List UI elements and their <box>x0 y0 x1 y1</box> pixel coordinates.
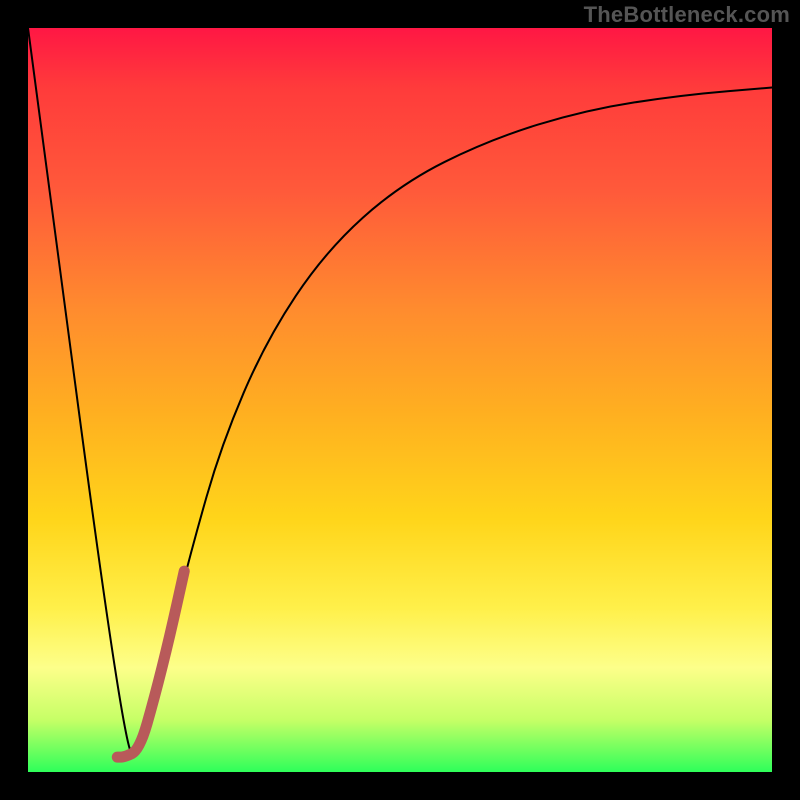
plot-area <box>28 28 772 772</box>
chart-svg <box>28 28 772 772</box>
bottleneck-curve <box>28 28 772 753</box>
chart-container: TheBottleneck.com <box>0 0 800 800</box>
watermark-text: TheBottleneck.com <box>584 2 790 28</box>
highlight-segment <box>117 571 184 757</box>
